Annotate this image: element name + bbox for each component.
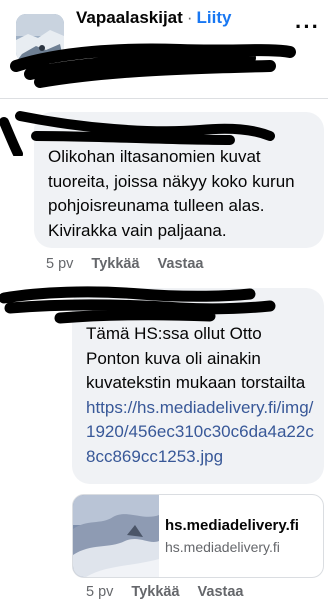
group-title-row: Vapaalaskijat · Liity xyxy=(76,8,231,28)
section-divider xyxy=(0,98,328,99)
reply-button-2[interactable]: Vastaa xyxy=(198,584,244,600)
group-avatar-image xyxy=(16,14,64,62)
like-button-1[interactable]: Tykkää xyxy=(91,256,139,272)
comment-text-2-body: Tämä HS:ssa ollut Otto Ponton kuva oli a… xyxy=(86,324,306,392)
image-url-link[interactable]: https://hs.mediadelivery.fi/img/1920/456… xyxy=(86,398,314,466)
like-button-2[interactable]: Tykkää xyxy=(131,584,179,600)
title-separator: · xyxy=(186,8,193,27)
group-name[interactable]: Vapaalaskijat xyxy=(76,8,183,27)
comment-age-1: 5 pv xyxy=(46,256,74,272)
link-preview-domain: hs.mediadelivery.fi xyxy=(165,539,280,555)
link-preview-title: hs.mediadelivery.fi xyxy=(165,517,299,534)
comment-text-1: Olikohan iltasanomien kuvat tuoreita, jo… xyxy=(48,147,295,240)
comment-text-2: Tämä HS:ssa ollut Otto Ponton kuva oli a… xyxy=(86,322,318,469)
more-options-button[interactable]: ··· xyxy=(295,16,320,38)
comment-age-2: 5 pv xyxy=(86,584,114,600)
reply-button-1[interactable]: Vastaa xyxy=(158,256,204,272)
link-preview-thumbnail xyxy=(73,495,159,577)
comment-actions-2: 5 pv Tykkää Vastaa xyxy=(86,584,262,600)
join-group-link[interactable]: Liity xyxy=(196,8,231,27)
link-preview-card[interactable]: hs.mediadelivery.fi hs.mediadelivery.fi xyxy=(72,494,324,578)
group-avatar[interactable] xyxy=(16,14,64,62)
group-header: Vapaalaskijat · Liity ··· xyxy=(0,0,328,92)
comment-actions-1: 5 pv Tykkää Vastaa xyxy=(46,256,222,272)
